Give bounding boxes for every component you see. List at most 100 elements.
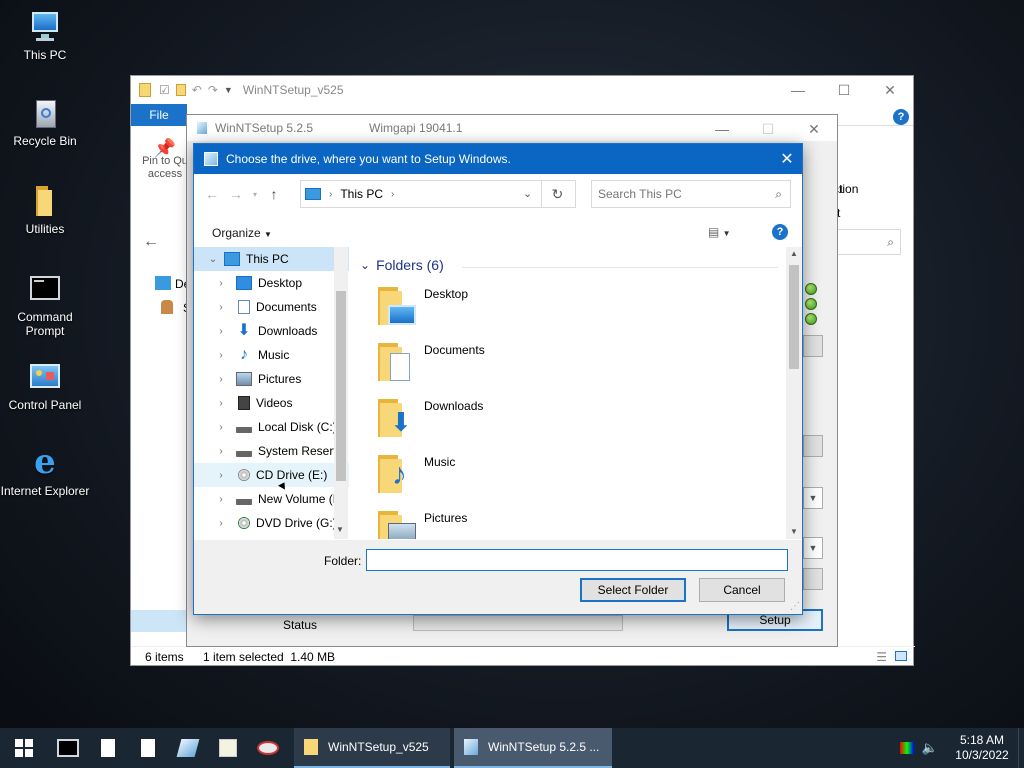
folder-input[interactable] [366,549,788,571]
scroll-up-icon[interactable]: ▲ [790,249,798,258]
folder-item-pictures[interactable]: Pictures [376,509,467,539]
tab-file[interactable]: File [131,103,187,126]
taskbar-wordpad[interactable] [128,728,168,768]
tree-item-videos[interactable]: › Videos [194,391,349,415]
tree-item-documents[interactable]: › Documents [194,295,349,319]
taskbar-task-winntsetup[interactable]: WinNTSetup 5.2.5 ... [454,728,612,768]
winntsetup-title: WinNTSetup 5.2.5 [215,121,314,135]
minimize-button[interactable]: — [775,76,821,104]
help-icon[interactable]: ? [772,224,788,240]
redo-icon[interactable]: ↷ [208,83,218,97]
tree-item-pictures[interactable]: › Pictures [194,367,349,391]
content-scrollbar[interactable]: ▲ ▼ [786,247,802,539]
folder-item-music[interactable]: ♪ Music [376,453,455,509]
taskbar-winntsetup-pin[interactable] [168,728,208,768]
large-icons-view-icon[interactable] [895,651,907,661]
back-arrow-icon[interactable]: ← [200,186,224,202]
resize-grip-icon[interactable]: ⋰ [790,601,800,612]
tree-item-this-pc[interactable]: ⌄ This PC [194,247,349,271]
group-header[interactable]: ⌄ Folders (6) [360,257,444,273]
select-folder-button[interactable]: Select Folder [580,578,686,602]
desktop-icon-internet-explorer[interactable]: e Internet Explorer [0,442,90,498]
taskbar-command-prompt[interactable] [48,728,88,768]
new-folder-icon[interactable] [175,84,186,96]
document-icon [101,739,115,757]
color-tray-icon[interactable] [899,742,914,754]
folder-label: Downloads [424,399,484,413]
desktop-icon-utilities[interactable]: Utilities [0,184,90,236]
group-header-label: Folders (6) [376,257,444,273]
navigation-pane: ⌄ This PC › Desktop › Documents › ⬇ Down… [194,247,349,539]
volume-icon[interactable]: 🔈 [922,740,938,756]
search-input[interactable]: Search This PC ⌕ [591,180,791,208]
taskbar-notepad[interactable] [88,728,128,768]
forward-arrow-icon[interactable]: → [224,186,248,202]
desktop-icon-recycle-bin[interactable]: Recycle Bin [0,96,90,148]
properties-icon[interactable]: ☑ [159,83,170,97]
scroll-down-icon[interactable]: ▼ [336,525,344,534]
dropdown-arrow-icon[interactable]: ▼ [803,537,823,559]
close-button[interactable]: ✕ [867,76,913,104]
side-button[interactable] [803,568,823,590]
folder-label: Desktop [424,287,469,301]
control-panel-icon [28,360,62,394]
navigation-scrollbar[interactable]: ▼ [334,247,348,539]
start-button[interactable] [0,728,48,768]
pin-quick-access-button[interactable]: 📌 Pin to Qu access [137,139,193,181]
recent-locations-icon[interactable]: ▾ [248,190,262,199]
customize-arrow-icon[interactable]: ▼ [224,85,233,95]
internet-explorer-icon: e [34,442,56,482]
drive-icon [236,499,252,505]
up-arrow-icon[interactable]: ↑ [262,186,286,202]
show-desktop-button[interactable] [1018,728,1024,768]
tree-item-desktop[interactable]: › Desktop [194,271,349,295]
breadcrumb-this-pc[interactable]: This PC [340,187,383,201]
monitor-icon [28,10,62,44]
dropdown-arrow-icon[interactable]: ▼ [803,487,823,509]
undo-icon[interactable]: ↶ [192,83,202,97]
user-icon [161,300,173,314]
dialog-close-button[interactable]: ✕ [772,144,802,174]
back-arrow-icon[interactable]: ← [143,233,159,251]
address-dropdown-icon[interactable]: ⌄ [523,187,532,200]
desktop-icon-this-pc[interactable]: This PC [0,10,90,62]
taskbar-paint[interactable] [248,728,288,768]
cancel-button[interactable]: Cancel [699,578,785,602]
address-bar[interactable]: › This PC › ⌄ ↻ [300,180,576,208]
tree-item-dvd-drive-g[interactable]: › DVD Drive (G:) [194,511,349,535]
tree-item-music[interactable]: › ♪ Music [194,343,349,367]
view-options-icon[interactable]: ▤ ▼ [708,225,731,239]
scrollbar-thumb[interactable] [336,291,346,481]
side-button[interactable] [803,335,823,357]
side-button[interactable] [803,435,823,457]
tree-item-system-reserved[interactable]: › System Reserve [194,439,349,463]
maximize-button[interactable]: ☐ [821,76,867,104]
tree-item-new-volume-f[interactable]: › New Volume (F [194,487,349,511]
status-ok-icon [805,283,817,295]
desktop-icon-control-panel[interactable]: Control Panel [0,360,90,412]
clock[interactable]: 5:18 AM 10/3/2022 [946,733,1018,763]
desktop-icon-command-prompt[interactable]: Command Prompt [0,272,90,338]
taskbar-task-explorer[interactable]: WinNTSetup_v525 [294,728,450,768]
close-button[interactable]: ✕ [791,115,837,143]
tree-item-downloads[interactable]: › ⬇ Downloads [194,319,349,343]
desktop-icon-label: Utilities [25,222,65,236]
maximize-button[interactable]: ☐ [745,115,791,143]
taskbar-task-manager[interactable] [208,728,248,768]
scroll-down-icon[interactable]: ▼ [790,527,798,536]
organize-button[interactable]: Organize ▼ [212,226,272,240]
tree-item-local-disk-c[interactable]: › Local Disk (C:) [194,415,349,439]
tree-item-cd-drive-e[interactable]: › CD Drive (E:) [194,463,349,487]
tree-item-label: System Reserve [258,444,347,458]
desktop-icon-label: This PC [23,48,67,62]
details-view-icon[interactable]: ☰ [876,650,887,664]
status-ok-icon [805,298,817,310]
folder-item-desktop[interactable]: Desktop [376,285,468,341]
refresh-icon[interactable]: ↻ [541,181,573,207]
help-icon[interactable]: ? [893,109,909,125]
folder-item-downloads[interactable]: ⬇ Downloads [376,397,483,453]
folder-item-documents[interactable]: Documents [376,341,485,397]
minimize-button[interactable]: — [699,115,745,143]
chevron-right-icon: › [219,445,223,457]
scrollbar-thumb[interactable] [789,265,799,369]
